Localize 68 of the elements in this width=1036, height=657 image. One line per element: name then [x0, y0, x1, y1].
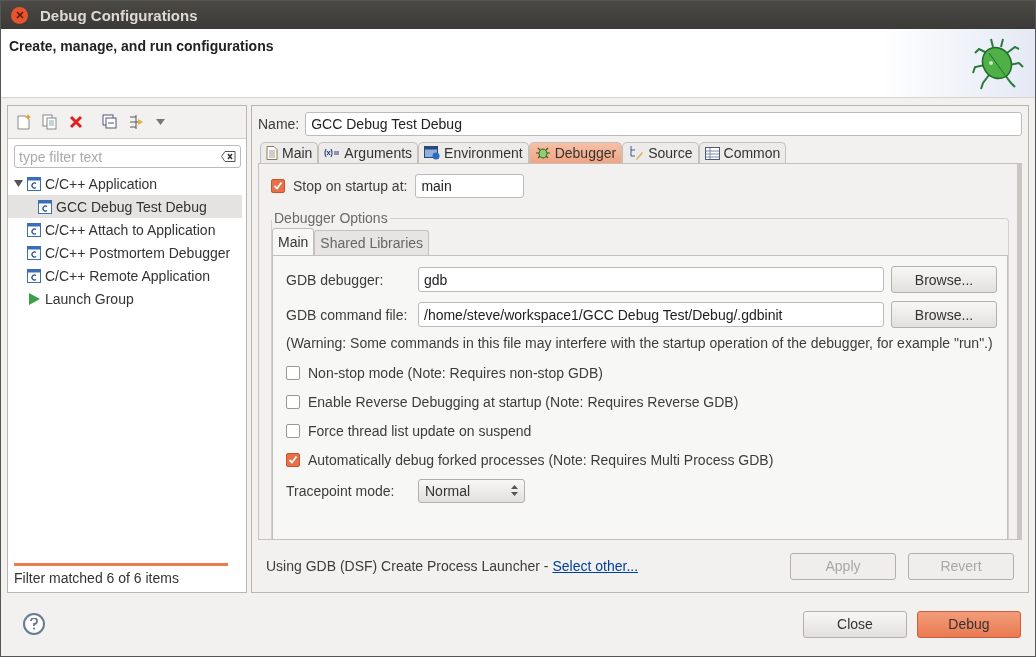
checkbox-label: Non-stop mode (Note: Requires non-stop GDB)	[308, 364, 603, 381]
tracepoint-select[interactable]: Normal	[418, 478, 525, 503]
expanded-arrow-icon[interactable]	[14, 179, 23, 188]
tab[interactable]: Shared Libraries	[314, 230, 430, 255]
table-icon	[704, 146, 720, 160]
tab[interactable]: Common	[698, 142, 787, 163]
field-label: Tracepoint mode:	[286, 482, 396, 499]
tab[interactable]: Source	[622, 142, 699, 163]
browse-button[interactable]: Browse...	[891, 266, 997, 293]
bug-icon	[534, 145, 551, 161]
source-tree-icon	[628, 145, 645, 161]
tab[interactable]: Environment	[418, 142, 529, 163]
warning-text: (Warning: Some commands in this file may interfere with the startup operation of the debugger, for example "run".)	[286, 335, 994, 352]
field-label: GDB debugger:	[286, 271, 385, 288]
checkbox-label: Automatically debug forked processes (Note: Requires Multi Process GDB)	[308, 451, 774, 468]
path-field[interactable]: gdb	[418, 267, 884, 292]
new-config-icon[interactable]	[16, 114, 32, 130]
collapse-all-icon[interactable]	[102, 114, 118, 130]
checkbox[interactable]	[286, 452, 300, 467]
c-file-icon	[27, 245, 41, 260]
tab[interactable]: Main	[272, 228, 315, 255]
filter-status: Filter matched 6 of 6 items	[14, 570, 179, 586]
delete-icon[interactable]	[68, 114, 84, 130]
select-other-link[interactable]: Select other...	[552, 558, 639, 574]
tree-item[interactable]: C/C++ Remote Application	[8, 264, 242, 287]
browse-button[interactable]: Browse...	[891, 301, 997, 328]
close-button[interactable]: Close	[803, 610, 907, 638]
close-button[interactable]	[11, 6, 28, 24]
tree-item[interactable]: C/C++ Application	[8, 172, 242, 195]
tree-item[interactable]: C/C++ Postmortem Debugger	[8, 241, 242, 264]
c-file-icon	[27, 222, 41, 237]
window-title: Debug Configurations	[40, 6, 198, 24]
path-field[interactable]: /home/steve/workspace1/GCC Debug Test/Debug/.gdbinit	[418, 302, 884, 327]
checkbox[interactable]	[286, 365, 300, 380]
clear-icon[interactable]	[221, 151, 236, 162]
tree-item[interactable]: C/C++ Attach to Application	[8, 218, 242, 241]
debug-button[interactable]: Debug	[917, 610, 1021, 638]
checkbox[interactable]	[286, 394, 300, 409]
launcher-text: Using GDB (DSF) Create Process Launcher -	[266, 558, 549, 574]
c-file-icon	[27, 268, 41, 283]
checkbox[interactable]	[271, 179, 285, 193]
filter-field[interactable]: type filter text	[14, 145, 241, 168]
header-title: Create, manage, and run configurations	[9, 38, 274, 56]
variable-icon	[324, 148, 341, 158]
tab[interactable]: Main	[260, 142, 319, 163]
play-icon	[27, 291, 41, 306]
document-icon	[266, 146, 278, 160]
spinner-arrows-icon	[511, 485, 518, 496]
help-icon[interactable]	[23, 613, 45, 635]
checkbox-label: Enable Reverse Debugging at startup (Note: Requires Reverse GDB)	[308, 393, 739, 410]
dropdown-icon[interactable]	[156, 119, 165, 125]
checkbox-label: Stop on startup at:	[293, 178, 408, 194]
checkbox[interactable]	[286, 423, 300, 438]
tree-item[interactable]: Launch Group	[8, 287, 242, 310]
name-label: Name:	[258, 116, 300, 132]
window-icon	[424, 146, 441, 160]
startup-field[interactable]: main	[415, 174, 525, 198]
c-file-icon	[38, 199, 52, 214]
tab[interactable]: Arguments	[318, 142, 419, 163]
close-icon	[15, 11, 24, 19]
c-file-icon	[27, 176, 41, 191]
name-field[interactable]: GCC Debug Test Debug	[305, 112, 1022, 136]
group-title: Debugger Options	[273, 210, 389, 226]
tab[interactable]: Debugger	[528, 142, 623, 163]
checkbox-label: Force thread list update on suspend	[308, 422, 532, 439]
tree-item[interactable]: GCC Debug Test Debug	[8, 195, 242, 218]
field-label: GDB command file:	[286, 306, 409, 323]
duplicate-icon[interactable]	[42, 114, 58, 130]
